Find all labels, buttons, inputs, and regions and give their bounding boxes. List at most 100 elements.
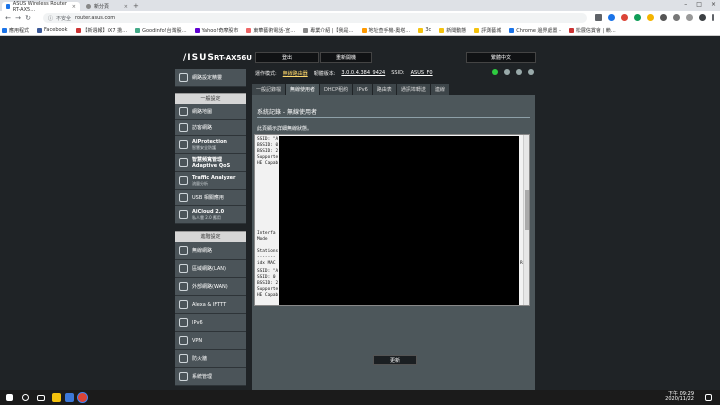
- wifi-icon: [179, 246, 188, 255]
- sidebar-item-vpn[interactable]: VPN: [175, 332, 246, 350]
- sidebar-item-adaptive-qos[interactable]: 智慧頻寬管理 Adaptive QoS: [175, 154, 246, 172]
- sidebar-item-ipv6[interactable]: IPv6: [175, 314, 246, 332]
- sidebar-item-alexa[interactable]: Alexa & IFTTT: [175, 296, 246, 314]
- log-tabs: 一般記錄檔 無線使用者 DHCP租約 IPv6 路由表 通訊埠轉送 連線: [252, 84, 450, 95]
- tab-connections[interactable]: 連線: [430, 84, 449, 95]
- chrome-icon[interactable]: [78, 393, 87, 402]
- tab-router[interactable]: ASUS Wireless Router RT-AX5… ×: [2, 1, 80, 13]
- bookmark[interactable]: 應用程式: [2, 27, 29, 34]
- bookmark[interactable]: 3c: [418, 27, 431, 33]
- qos-icon: [179, 158, 188, 167]
- reboot-button[interactable]: 重新開機: [320, 52, 372, 63]
- security-label: 不安全: [56, 15, 72, 22]
- refresh-button[interactable]: 更新: [373, 355, 417, 365]
- maximize-icon[interactable]: □: [696, 1, 702, 8]
- tab-ipv6[interactable]: IPv6: [353, 84, 372, 95]
- usb-status-icon[interactable]: [528, 69, 534, 75]
- extension-icon[interactable]: [660, 14, 667, 21]
- tab-wireless-log[interactable]: 無線使用者: [286, 84, 320, 95]
- extension-icon[interactable]: [634, 14, 641, 21]
- forward-icon[interactable]: →: [13, 14, 23, 22]
- sidebar-item-traffic-analyzer[interactable]: Traffic Analyzer 流量分析: [175, 172, 246, 190]
- extension-icon[interactable]: [686, 14, 693, 21]
- close-window-icon[interactable]: ×: [711, 1, 716, 8]
- profile-avatar[interactable]: [699, 14, 706, 21]
- bookmark[interactable]: 專業介紹 |【我是…: [303, 27, 354, 34]
- tab-port-forwarding[interactable]: 通訊埠轉送: [396, 84, 430, 95]
- title-divider: [257, 117, 530, 118]
- sidebar-item-guest-network[interactable]: 訪客網路: [175, 120, 246, 136]
- system-clock[interactable]: 下午 09:29 2020/11/22: [665, 392, 694, 402]
- bookmark[interactable]: 地址查手機-奧塔…: [361, 27, 410, 34]
- reload-icon[interactable]: ↻: [23, 14, 33, 22]
- menu-icon[interactable]: [712, 14, 714, 21]
- sidebar-item-network-map[interactable]: 網路地圖: [175, 104, 246, 120]
- bookmark[interactable]: 東華藝術電話-宣…: [246, 27, 295, 34]
- tab-new[interactable]: 新分頁 ×: [82, 2, 132, 11]
- star-icon[interactable]: [595, 14, 602, 21]
- tab-title: 新分頁: [94, 4, 110, 10]
- language-select[interactable]: 繁體中文: [466, 52, 536, 63]
- minimize-icon[interactable]: –: [684, 1, 687, 8]
- network-status-icon[interactable]: [504, 69, 510, 75]
- tab-close-icon[interactable]: ×: [124, 4, 128, 10]
- tab-strip: ASUS Wireless Router RT-AX5… × 新分頁 × + –…: [0, 0, 720, 13]
- scrollbar-thumb[interactable]: [525, 190, 529, 230]
- bookmark[interactable]: Goodinfo!台灣股…: [135, 27, 187, 34]
- address-bar[interactable]: ⓘ 不安全 router.asus.com: [43, 13, 587, 23]
- wireless-log-textarea[interactable]: SSID: "A BSSID: 0 BSSID: 2 Supporte HE C…: [254, 134, 530, 306]
- folder-icon: [418, 27, 424, 33]
- internet-status-icon[interactable]: [492, 69, 498, 75]
- operation-mode-link[interactable]: 無線路由器: [283, 70, 308, 77]
- sidebar-item-firewall[interactable]: 防火牆: [175, 350, 246, 368]
- bookmark-icon: [509, 27, 515, 33]
- windows-start-icon[interactable]: [6, 394, 13, 401]
- bookmark[interactable]: Chrome 邊界處置 -: [509, 27, 561, 34]
- bookmark-icon: [361, 27, 367, 33]
- shield-icon: [179, 140, 188, 149]
- tab-general-log[interactable]: 一般記錄檔: [252, 84, 286, 95]
- notification-icon[interactable]: [705, 394, 712, 401]
- new-tab-button[interactable]: +: [133, 2, 139, 10]
- logout-button[interactable]: 登出: [255, 52, 319, 63]
- app-status-icon[interactable]: [516, 69, 522, 75]
- yahoo-icon: [194, 27, 200, 33]
- tab-routing-table[interactable]: 路由表: [372, 84, 396, 95]
- extension-icon[interactable]: [673, 14, 680, 21]
- asus-logo: /ISUS: [183, 53, 215, 63]
- sidebar-item-usb[interactable]: USB 相關應用: [175, 190, 246, 206]
- url-text: router.asus.com: [75, 15, 116, 21]
- back-icon[interactable]: ←: [3, 14, 13, 22]
- sidebar-item-aicloud[interactable]: AiCloud 2.0 私人雲 2.0 應用: [175, 206, 246, 224]
- extension-icon[interactable]: [647, 14, 654, 21]
- app-icon[interactable]: [65, 393, 74, 402]
- search-icon[interactable]: [22, 394, 29, 401]
- bookmark[interactable]: 【新週報】iX7 擔…: [75, 27, 127, 34]
- router-page: /ISUS RT-AX56U 登出 重新開機 繁體中文 運作模式: 無線路由器 …: [0, 36, 720, 390]
- sidebar-item-wireless[interactable]: 無線網路: [175, 242, 246, 260]
- extension-icon[interactable]: [608, 14, 615, 21]
- firmware-link[interactable]: 3.0.0.4.384_9424: [341, 70, 385, 77]
- traffic-icon: [179, 176, 188, 185]
- ipv6-icon: [179, 318, 188, 327]
- sidebar-item-wan[interactable]: 外部網路(WAN): [175, 278, 246, 296]
- advanced-section-header: 進階設定: [175, 231, 246, 242]
- info-icon[interactable]: ⓘ: [48, 15, 53, 22]
- task-view-icon[interactable]: [37, 395, 45, 401]
- tab-dhcp-leases[interactable]: DHCP租約: [320, 84, 353, 95]
- sidebar-item-administration[interactable]: 系統管理: [175, 368, 246, 386]
- sidebar-item-quick-setup[interactable]: 網路設定精靈: [175, 69, 246, 87]
- bookmark[interactable]: 松展信賞會 | 賴…: [568, 27, 616, 34]
- bookmark[interactable]: Yahoo!奇摩股市: [194, 27, 238, 34]
- bookmark[interactable]: 新聞動態: [439, 27, 466, 34]
- file-explorer-icon[interactable]: [52, 393, 61, 402]
- tab-close-icon[interactable]: ×: [72, 4, 76, 10]
- network-map-icon: [179, 107, 188, 116]
- bookmark[interactable]: 評測藝城: [474, 27, 501, 34]
- sidebar-item-lan[interactable]: 區域網路(LAN): [175, 260, 246, 278]
- sidebar-item-aiprotection[interactable]: AiProtection 智慧安全防護: [175, 136, 246, 154]
- log-scrollbar[interactable]: [523, 135, 529, 305]
- extension-icon[interactable]: [621, 14, 628, 21]
- content-panel: 系統記錄 - 無線使用者 此頁顯示詳細無線狀態。 SSID: "A BSSID:…: [252, 95, 535, 390]
- bookmark[interactable]: Facebook: [37, 27, 68, 33]
